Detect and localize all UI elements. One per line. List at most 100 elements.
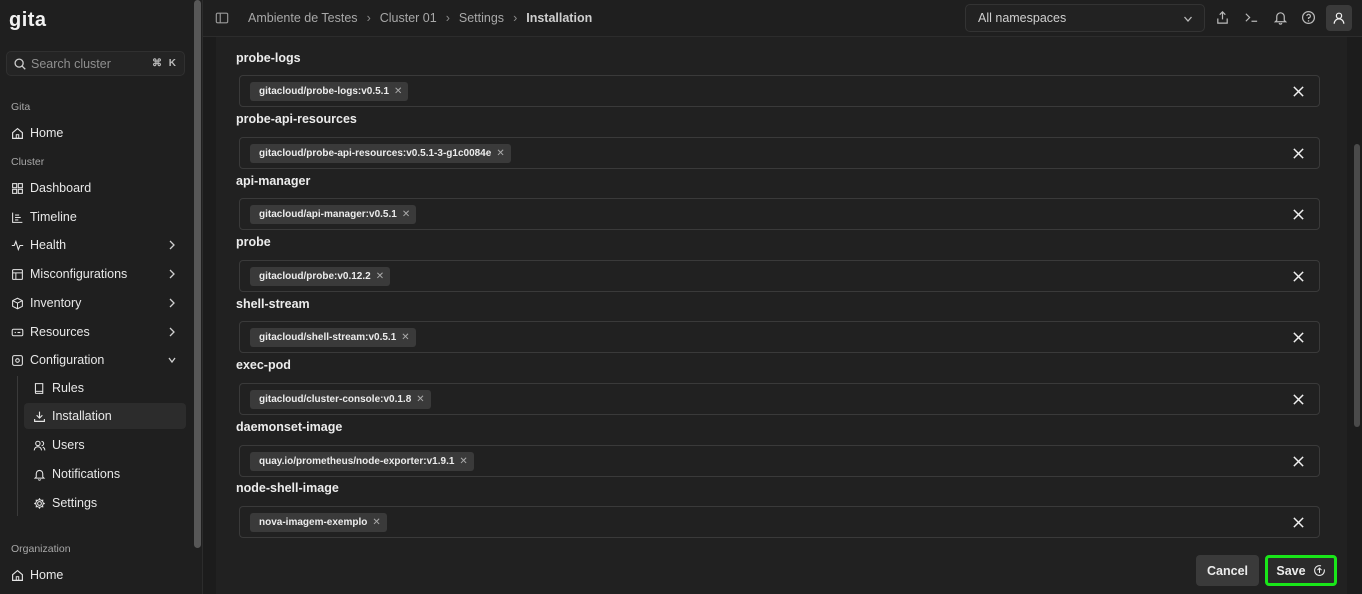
- book-icon: [34, 382, 44, 394]
- help-icon[interactable]: [1301, 10, 1316, 25]
- image-field-probe[interactable]: gitacloud/probe:v0.12.2 ✕: [239, 260, 1320, 292]
- namespace-select[interactable]: All namespaces: [965, 4, 1205, 32]
- remove-tag-icon[interactable]: ✕: [394, 86, 402, 97]
- bell-icon[interactable]: [1273, 10, 1288, 25]
- sidebar-item-health[interactable]: Health: [4, 232, 186, 258]
- section-label-gita: Gita: [11, 101, 31, 113]
- main-scrollbar[interactable]: [1354, 144, 1360, 427]
- sidebar-item-misconfigurations[interactable]: Misconfigurations: [4, 261, 186, 287]
- image-tag-label: gitacloud/cluster-console:v0.1.8: [259, 394, 412, 405]
- clear-field-icon[interactable]: [1292, 331, 1305, 344]
- sidebar-item-label: Home: [30, 568, 64, 582]
- field-label: node-shell-image: [236, 481, 339, 495]
- clear-field-icon[interactable]: [1292, 208, 1305, 221]
- chevron-right-icon: [169, 298, 175, 308]
- breadcrumb-item[interactable]: Settings: [459, 11, 504, 25]
- breadcrumb-item[interactable]: Cluster 01: [380, 11, 437, 25]
- topbar: Ambiente de Testes › Cluster 01 › Settin…: [203, 0, 1362, 37]
- sidebar-item-label: Resources: [30, 325, 90, 339]
- sidebar-scrollbar[interactable]: [194, 0, 201, 548]
- sidebar-item-resources[interactable]: Resources: [4, 319, 186, 345]
- sidebar-item-label: Rules: [52, 381, 84, 395]
- remove-tag-icon[interactable]: ✕: [376, 271, 384, 282]
- cancel-button[interactable]: Cancel: [1196, 555, 1259, 586]
- clear-field-icon[interactable]: [1292, 147, 1305, 160]
- search-icon: [14, 57, 26, 70]
- chevron-right-icon: [169, 240, 175, 250]
- sidebar-item-label: Users: [52, 438, 85, 452]
- sidebar-item-inventory[interactable]: Inventory: [4, 290, 186, 316]
- breadcrumb-separator: ›: [513, 11, 518, 25]
- namespace-select-value: All namespaces: [978, 11, 1067, 25]
- sidebar-item-label: Health: [30, 238, 67, 252]
- image-field-daemonset-image[interactable]: quay.io/prometheus/node-exporter:v1.9.1 ✕: [239, 445, 1320, 477]
- chevron-down-icon: [168, 357, 176, 364]
- save-button[interactable]: Save: [1265, 555, 1337, 586]
- breadcrumb-separator: ›: [445, 11, 450, 25]
- sidebar-item-users[interactable]: Users: [24, 432, 186, 458]
- image-field-api-manager[interactable]: gitacloud/api-manager:v0.5.1 ✕: [239, 198, 1320, 230]
- sidebar-item-dashboard[interactable]: Dashboard: [4, 175, 186, 201]
- chevron-right-icon: [169, 327, 175, 337]
- misconfig-icon: [12, 268, 23, 280]
- image-field-probe-api-resources[interactable]: gitacloud/probe-api-resources:v0.5.1-3-g…: [239, 137, 1320, 169]
- share-icon[interactable]: [1215, 10, 1230, 25]
- resources-icon: [11, 328, 24, 336]
- search-box[interactable]: ⌘ K: [6, 51, 185, 76]
- clear-field-icon[interactable]: [1292, 270, 1305, 283]
- users-icon: [33, 440, 46, 450]
- image-tag: gitacloud/cluster-console:v0.1.8 ✕: [250, 390, 431, 409]
- clear-field-icon[interactable]: [1292, 393, 1305, 406]
- breadcrumb-item[interactable]: Ambiente de Testes: [248, 11, 358, 25]
- terminal-icon[interactable]: [1244, 10, 1259, 25]
- installation-form: probe-logs gitacloud/probe-logs:v0.5.1 ✕ …: [216, 37, 1347, 594]
- image-tag-label: gitacloud/api-manager:v0.5.1: [259, 209, 397, 220]
- image-tag: nova-imagem-exemplo ✕: [250, 513, 387, 532]
- remove-tag-icon[interactable]: ✕: [496, 148, 504, 159]
- gear-icon: [34, 497, 45, 509]
- logo[interactable]: gita: [9, 9, 47, 32]
- sidebar-item-installation[interactable]: Installation: [24, 403, 186, 429]
- sidebar-item-configuration[interactable]: Configuration: [4, 347, 186, 373]
- remove-tag-icon[interactable]: ✕: [401, 332, 409, 343]
- sidebar-item-org-home[interactable]: Home: [4, 562, 186, 588]
- remove-tag-icon[interactable]: ✕: [416, 394, 424, 405]
- clear-field-icon[interactable]: [1292, 516, 1305, 529]
- dashboard-icon: [12, 182, 23, 194]
- timeline-icon: [12, 212, 23, 223]
- image-tag-label: nova-imagem-exemplo: [259, 517, 368, 528]
- image-field-exec-pod[interactable]: gitacloud/cluster-console:v0.1.8 ✕: [239, 383, 1320, 415]
- sidebar-toggle-icon[interactable]: [215, 11, 229, 25]
- image-tag: gitacloud/probe-api-resources:v0.5.1-3-g…: [250, 144, 511, 163]
- remove-tag-icon[interactable]: ✕: [402, 209, 410, 220]
- download-icon: [34, 411, 45, 422]
- home-icon: [12, 127, 23, 139]
- image-field-shell-stream[interactable]: gitacloud/shell-stream:v0.5.1 ✕: [239, 321, 1320, 353]
- user-menu-button[interactable]: [1326, 5, 1352, 31]
- clear-field-icon[interactable]: [1292, 85, 1305, 98]
- sidebar-item-rules[interactable]: Rules: [24, 375, 186, 401]
- field-label: shell-stream: [236, 297, 310, 311]
- remove-tag-icon[interactable]: ✕: [372, 517, 380, 528]
- clear-field-icon[interactable]: [1292, 455, 1305, 468]
- remove-tag-icon[interactable]: ✕: [459, 456, 467, 467]
- sidebar-item-label: Settings: [52, 496, 98, 510]
- section-label-cluster: Cluster: [11, 156, 45, 168]
- breadcrumb-current: Installation: [526, 11, 593, 25]
- image-tag-label: quay.io/prometheus/node-exporter:v1.9.1: [259, 456, 455, 467]
- breadcrumb: Ambiente de Testes › Cluster 01 › Settin…: [248, 11, 592, 25]
- user-icon: [1333, 12, 1345, 24]
- sidebar: gita ⌘ K Gita Home Cluster Dashboard Tim…: [0, 0, 203, 594]
- sidebar-item-label: Misconfigurations: [30, 267, 128, 281]
- image-field-probe-logs[interactable]: gitacloud/probe-logs:v0.5.1 ✕: [239, 75, 1320, 107]
- image-field-node-shell-image[interactable]: nova-imagem-exemplo ✕: [239, 506, 1320, 538]
- config-icon: [12, 354, 23, 366]
- sidebar-item-home[interactable]: Home: [4, 120, 186, 146]
- sidebar-item-label: Home: [30, 126, 64, 140]
- sidebar-item-notifications[interactable]: Notifications: [24, 461, 186, 487]
- sidebar-item-label: Timeline: [30, 210, 77, 224]
- sidebar-item-timeline[interactable]: Timeline: [4, 204, 186, 230]
- sidebar-item-settings[interactable]: Settings: [24, 490, 186, 516]
- search-input[interactable]: [31, 56, 152, 71]
- save-icon: [1313, 565, 1325, 576]
